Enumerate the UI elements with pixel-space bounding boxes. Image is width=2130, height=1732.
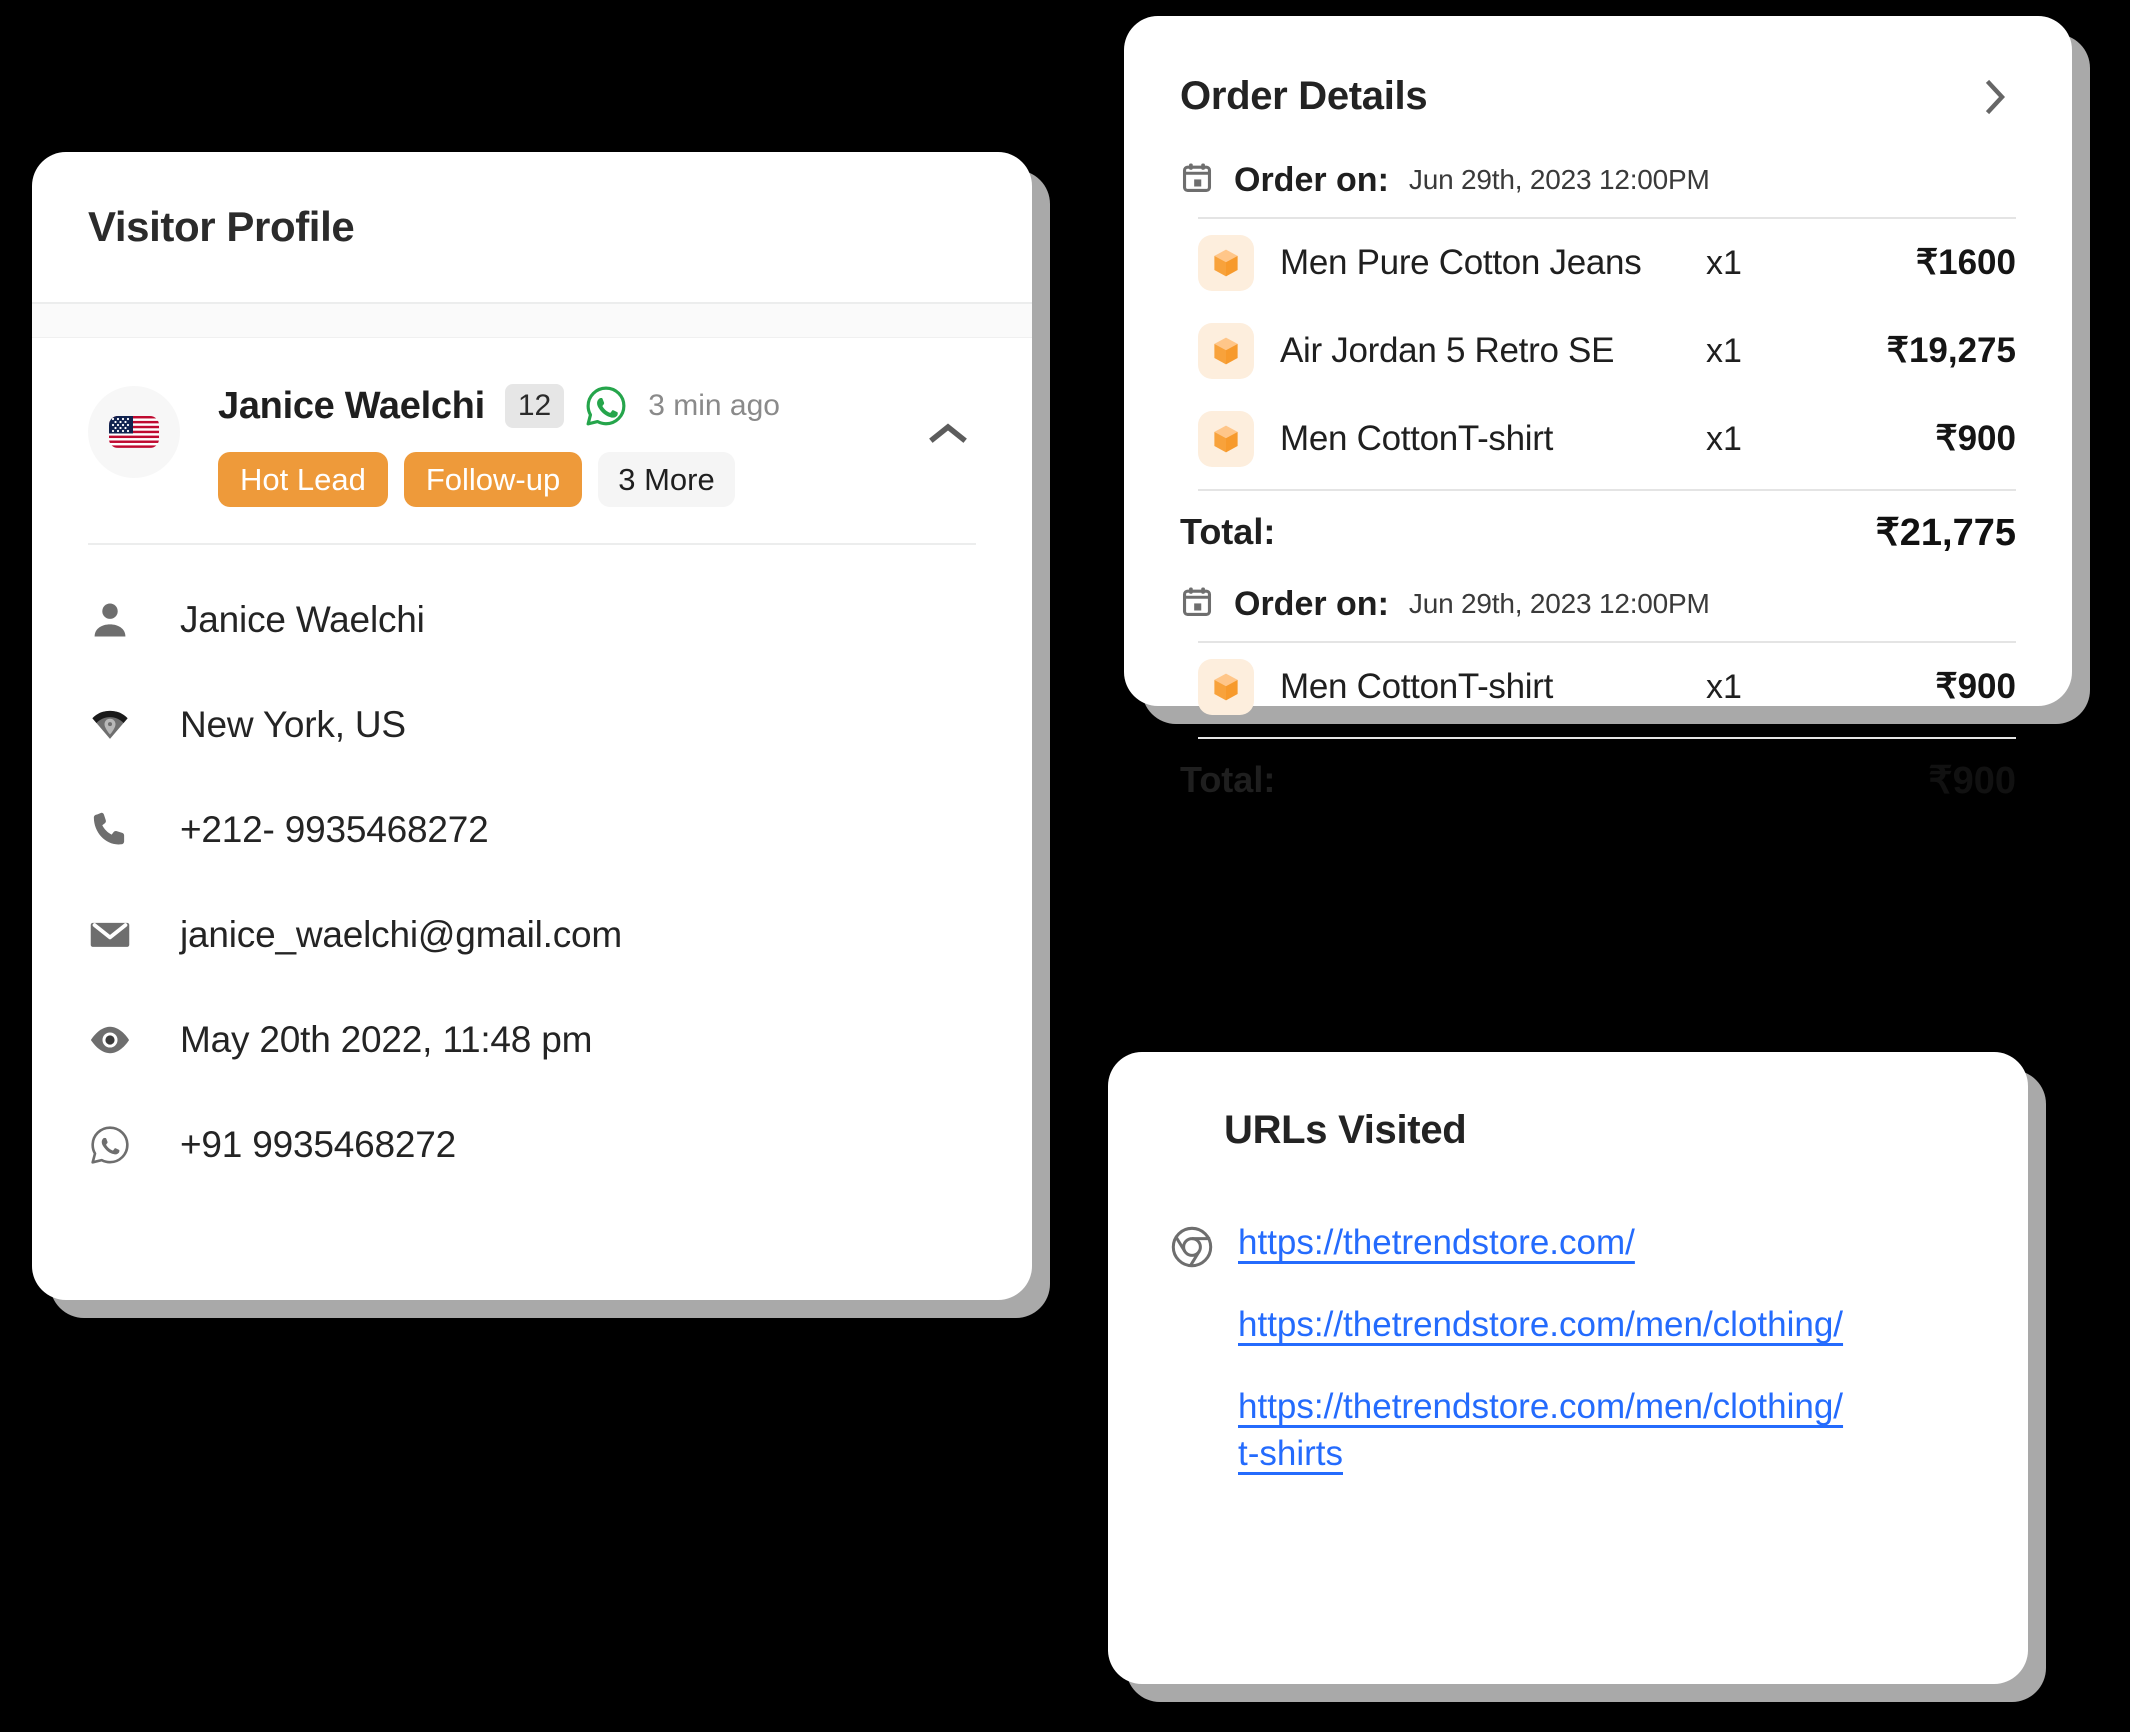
expand-orders-button[interactable] [1976, 77, 2016, 117]
url-list-item: https://thetrendstore.com/ [1168, 1219, 1968, 1271]
envelope-icon [88, 913, 152, 957]
last-activity-time: 3 min ago [648, 389, 780, 422]
order-date-value: Jun 29th, 2023 12:00PM [1408, 164, 1710, 195]
order-item-row: Men CottonT-shirt x1 ₹900 [1180, 395, 2016, 483]
urls-visited-title: URLs Visited [1224, 1108, 1467, 1152]
header-stripe [32, 304, 1032, 338]
order-details-header: Order Details [1180, 74, 2016, 119]
detail-row-last-seen: May 20th 2022, 11:48 pm [88, 987, 976, 1092]
chevron-right-icon [1985, 79, 2006, 114]
whatsapp-channel-icon-wrap[interactable] [584, 384, 628, 428]
detail-row-name: Janice Waelchi [88, 567, 976, 672]
identity-details: Janice Waelchi 12 3 min ago Hot Lead Fol… [218, 374, 780, 508]
total-value: ₹21,775 [1875, 511, 2016, 554]
message-count-badge: 12 [504, 383, 565, 429]
visitor-profile-body: Janice Waelchi 12 3 min ago Hot Lead Fol… [32, 338, 1032, 1197]
urls-visited-inner: URLs Visited https://thetrendstore.com/ [1108, 1052, 2028, 1478]
order-item-price: ₹900 [1935, 419, 2016, 458]
order-item-price: ₹19,275 [1886, 331, 2016, 370]
tag-follow-up[interactable]: Follow-up [403, 452, 583, 508]
whatsapp-icon [88, 1123, 152, 1167]
order-item-row: Men CottonT-shirt x1 ₹900 [1180, 643, 2016, 731]
phone-icon [88, 808, 152, 852]
whatsapp-icon [586, 386, 626, 426]
name-row: Janice Waelchi 12 3 min ago [218, 378, 780, 434]
detail-value-email: janice_waelchi@gmail.com [180, 913, 623, 955]
more-tags-button[interactable]: 3 More [598, 452, 735, 508]
order-total-row: Total: ₹900 [1180, 739, 2016, 821]
total-value: ₹900 [1928, 759, 2016, 802]
calendar-icon [1180, 161, 1214, 200]
page-title: Visitor Profile [88, 203, 355, 250]
tag-row: Hot Lead Follow-up 3 More [218, 452, 780, 508]
package-icon [1198, 323, 1254, 379]
url-list-item: https://thetrendstore.com/men/clothing/ [1168, 1301, 1968, 1353]
order-item-price: ₹900 [1935, 667, 2016, 706]
us-flag-icon [109, 416, 159, 448]
order-item-qty: x1 [1706, 667, 1742, 706]
package-icon [1198, 411, 1254, 467]
detail-value-location: New York, US [180, 703, 406, 745]
order-item-row: Men Pure Cotton Jeans x1 ₹1600 [1180, 219, 2016, 307]
detail-value-phone: +212- 9935468272 [180, 808, 489, 850]
order-item-qty: x1 [1706, 243, 1742, 282]
order-details-title: Order Details [1180, 74, 1428, 118]
order-on-label: Order on: [1234, 160, 1389, 199]
detail-value-name: Janice Waelchi [180, 598, 425, 640]
detail-value-last-seen: May 20th 2022, 11:48 pm [180, 1018, 593, 1060]
location-pin-icon [88, 703, 152, 747]
order-item-name: Men CottonT-shirt [1280, 419, 1554, 458]
total-label: Total: [1180, 511, 1276, 552]
order-item-qty: x1 [1706, 419, 1742, 458]
order-details-inner: Order Details Order on: Jun 29th, 2023 1… [1124, 16, 2072, 821]
eye-icon [88, 1018, 152, 1062]
order-item-price: ₹1600 [1915, 243, 2016, 282]
order-on-label: Order on: [1234, 584, 1389, 623]
detail-value-whatsapp: +91 9935468272 [180, 1123, 457, 1165]
order-date-row: Order on: Jun 29th, 2023 12:00PM [1180, 573, 2016, 635]
urls-visited-card: URLs Visited https://thetrendstore.com/ [1108, 1052, 2028, 1684]
detail-row-email: janice_waelchi@gmail.com [88, 882, 976, 987]
screenshot-root: Visitor Profile Janice Waelchi 12 3 min … [0, 0, 2130, 1732]
detail-row-whatsapp: +91 9935468272 [88, 1092, 976, 1197]
order-item-name: Men Pure Cotton Jeans [1280, 243, 1642, 282]
collapse-profile-button[interactable] [920, 412, 976, 456]
url-link[interactable]: https://thetrendstore.com/men/clothing/t… [1238, 1383, 1848, 1478]
order-item-row: Air Jordan 5 Retro SE x1 ₹19,275 [1180, 307, 2016, 395]
order-item-qty: x1 [1706, 331, 1742, 370]
visitor-identity: Janice Waelchi 12 3 min ago Hot Lead Fol… [88, 374, 976, 508]
order-item-name: Men CottonT-shirt [1280, 667, 1554, 706]
package-icon [1198, 659, 1254, 715]
order-total-row: Total: ₹21,775 [1180, 491, 2016, 573]
visitor-profile-card: Visitor Profile Janice Waelchi 12 3 min … [32, 152, 1032, 1300]
visitor-profile-header: Visitor Profile [32, 152, 1032, 304]
url-link[interactable]: https://thetrendstore.com/men/clothing/ [1238, 1301, 1843, 1348]
order-date-value: Jun 29th, 2023 12:00PM [1408, 588, 1710, 619]
order-block: Order on: Jun 29th, 2023 12:00PM Men Cot… [1180, 573, 2016, 821]
avatar [88, 386, 180, 478]
calendar-icon [1180, 585, 1214, 624]
order-item-name: Air Jordan 5 Retro SE [1280, 331, 1615, 370]
url-link[interactable]: https://thetrendstore.com/ [1238, 1219, 1635, 1266]
detail-row-location: New York, US [88, 672, 976, 777]
visitor-name: Janice Waelchi [218, 384, 485, 427]
tag-hot-lead[interactable]: Hot Lead [218, 452, 388, 508]
urls-list: https://thetrendstore.com/ https://thetr… [1168, 1219, 1968, 1478]
package-icon [1198, 235, 1254, 291]
chevron-up-icon [929, 423, 967, 443]
person-icon [88, 598, 152, 642]
order-block: Order on: Jun 29th, 2023 12:00PM Men Pur… [1180, 149, 2016, 573]
order-date-row: Order on: Jun 29th, 2023 12:00PM [1180, 149, 2016, 211]
detail-row-phone: +212- 9935468272 [88, 777, 976, 882]
chrome-icon [1168, 1223, 1216, 1271]
url-list-item: https://thetrendstore.com/men/clothing/t… [1168, 1383, 1968, 1478]
total-label: Total: [1180, 759, 1276, 800]
visitor-detail-list: Janice Waelchi New York, US +212- 993546… [88, 545, 976, 1197]
order-details-card: Order Details Order on: Jun 29th, 2023 1… [1124, 16, 2072, 802]
